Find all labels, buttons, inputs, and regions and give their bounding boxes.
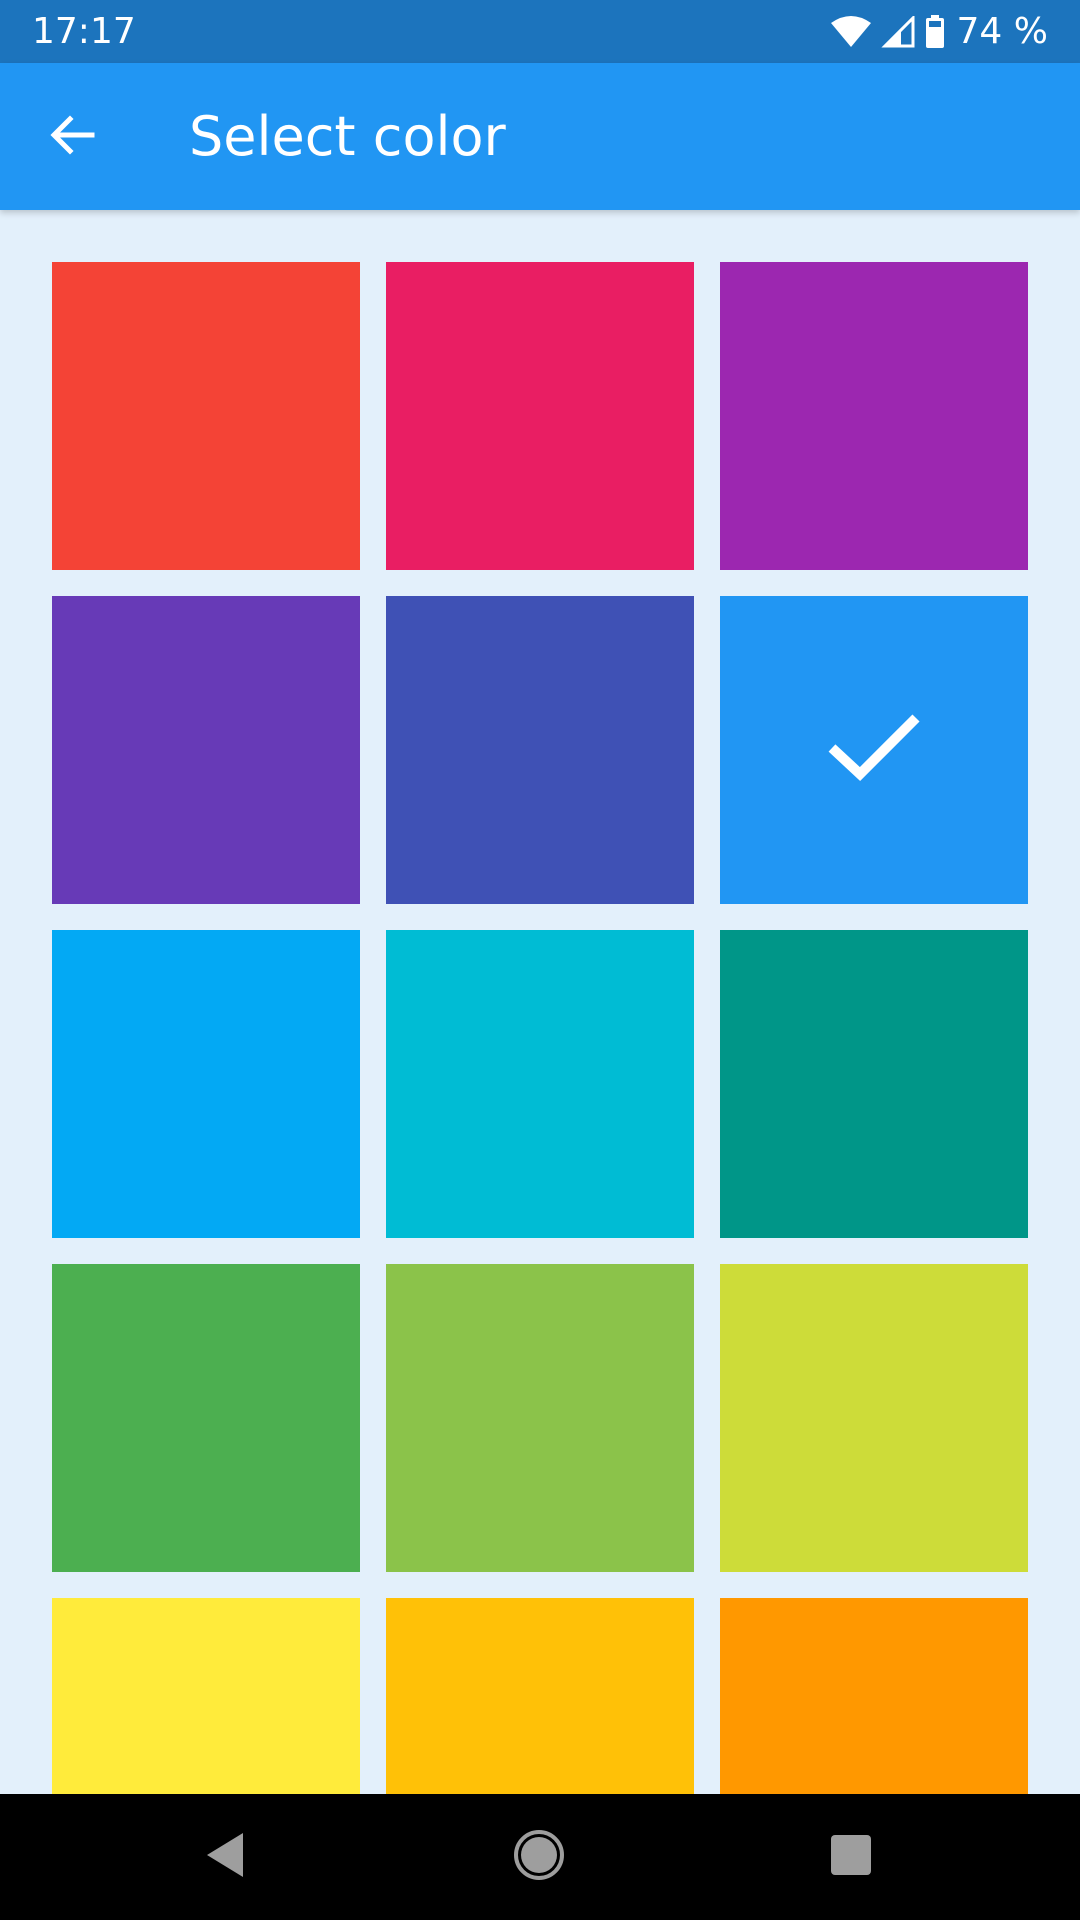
color-swatch-purple[interactable] (720, 262, 1028, 570)
color-swatch-teal[interactable] (720, 930, 1028, 1238)
color-swatch-cyan[interactable] (386, 930, 694, 1238)
battery-icon (925, 15, 945, 49)
check-icon (824, 708, 924, 793)
color-swatch-green[interactable] (52, 1264, 360, 1572)
battery-percent: 74 % (956, 11, 1048, 52)
system-nav-bar (0, 1794, 1080, 1920)
status-icons: 74 % (830, 10, 1048, 54)
back-button[interactable] (36, 101, 108, 173)
color-swatch-light-green[interactable] (386, 1264, 694, 1572)
color-grid (52, 262, 1028, 1906)
signal-icon (880, 16, 915, 48)
back-triangle-icon (203, 1831, 247, 1884)
color-swatch-blue[interactable] (720, 596, 1028, 904)
nav-back-button[interactable] (192, 1824, 258, 1890)
recents-square-icon (829, 1833, 873, 1882)
home-circle-icon (513, 1829, 565, 1886)
color-swatch-red[interactable] (52, 262, 360, 570)
arrow-left-icon (48, 111, 96, 164)
status-time: 17:17 (32, 11, 136, 52)
app-bar: Select color (0, 63, 1080, 210)
color-swatch-deep-purple[interactable] (52, 596, 360, 904)
nav-recents-button[interactable] (818, 1824, 884, 1890)
color-swatch-lime[interactable] (720, 1264, 1028, 1572)
color-swatch-light-blue[interactable] (52, 930, 360, 1238)
color-swatch-indigo[interactable] (386, 596, 694, 904)
page-title: Select color (189, 105, 506, 168)
wifi-icon (830, 16, 871, 48)
color-swatch-pink[interactable] (386, 262, 694, 570)
nav-home-button[interactable] (506, 1824, 572, 1890)
status-bar: 17:17 74 % (0, 0, 1080, 63)
